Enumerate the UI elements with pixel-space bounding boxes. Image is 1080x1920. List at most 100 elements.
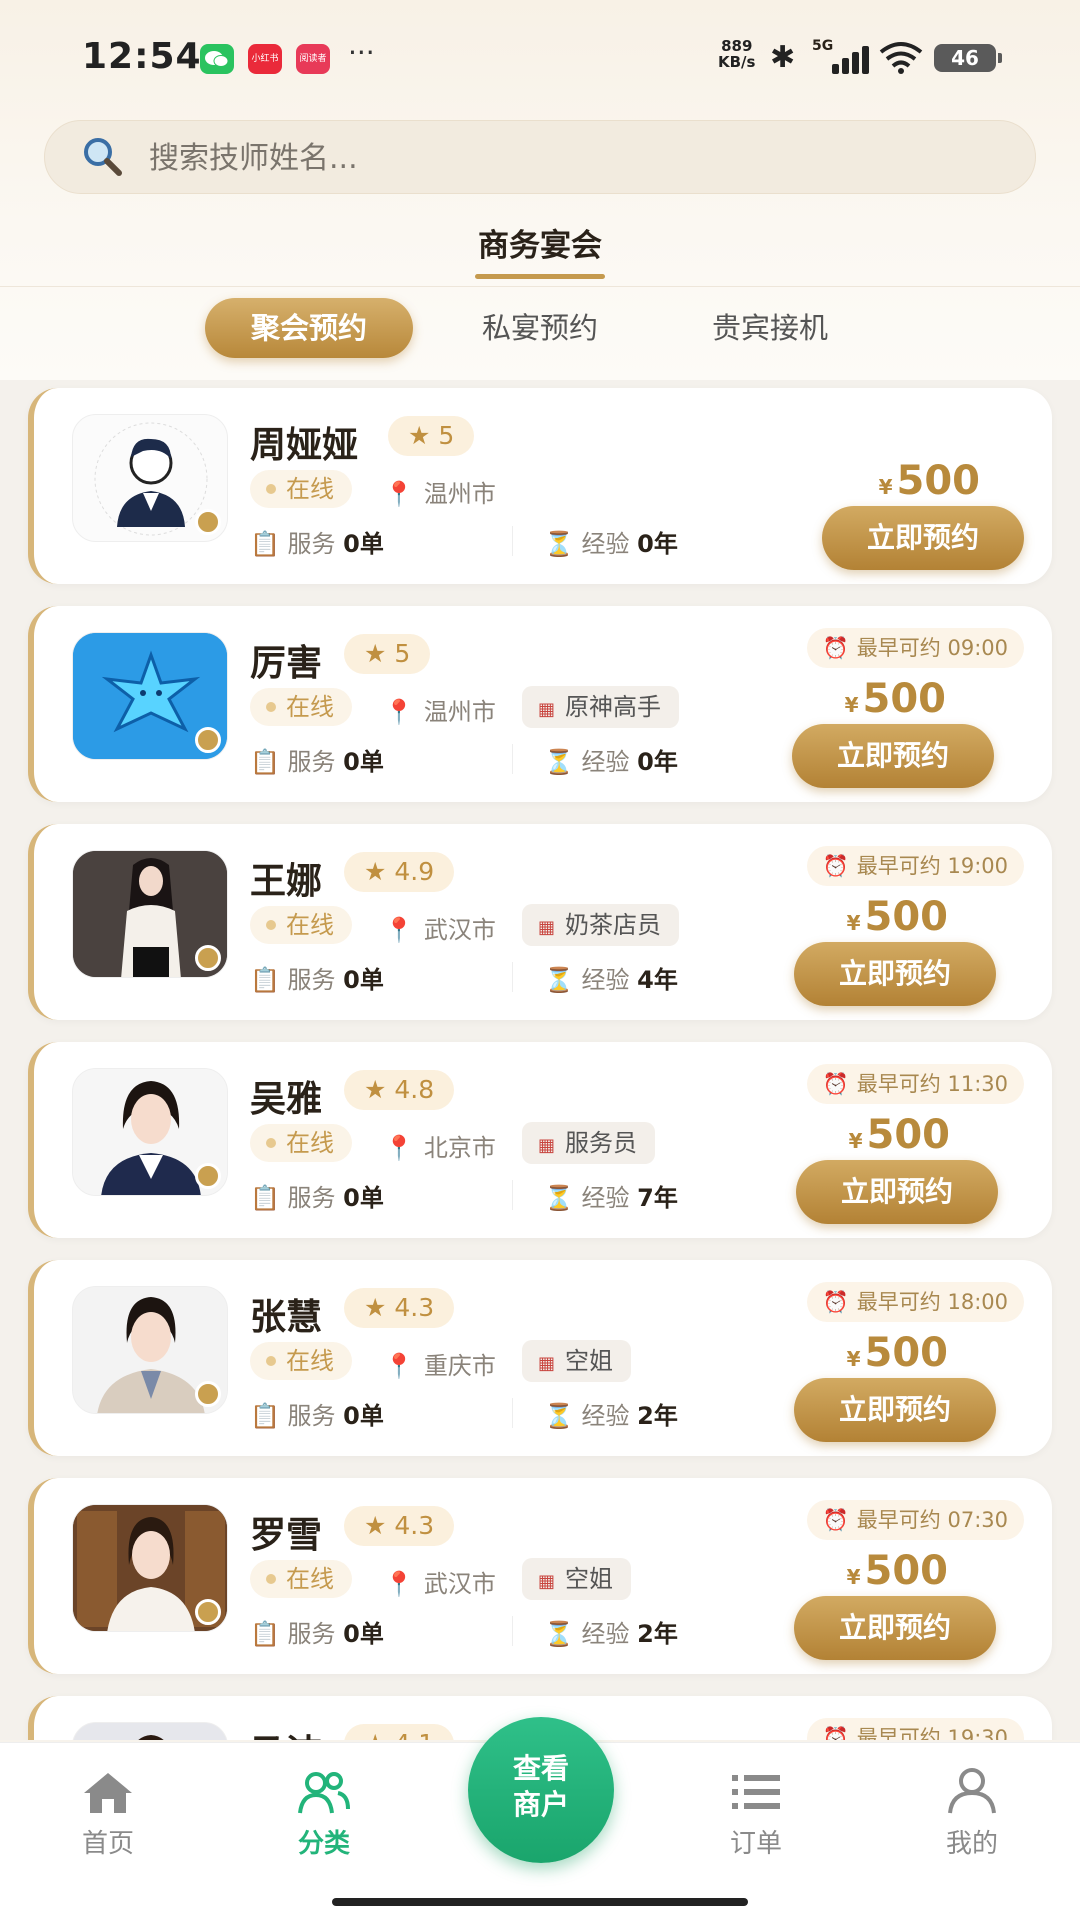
earliest-available: ⏰ 最早可约 07:30 [806, 1500, 1024, 1540]
profession-tag: ▦ 原神高手 [522, 686, 680, 728]
technician-name: 张慧 [250, 1297, 323, 1338]
city-label: 📍 温州市 [384, 480, 496, 508]
price: ¥500 [846, 894, 948, 940]
rating-badge: ★ 4.9 [344, 852, 455, 892]
avatar [72, 850, 228, 978]
subtab-vip-pickup[interactable]: 贵宾接机 [666, 298, 874, 358]
book-now-button[interactable]: 立即预约 [794, 1596, 996, 1660]
service-count: 📋 服务 0单 [250, 1620, 384, 1648]
technician-card[interactable]: 吴雅 ★ 4.8 在线 📍 北京市 ▦ 服务员 📋 服务 0单 ⏳ 经验 7年 ⏰ 最… [28, 1042, 1052, 1238]
sub-tab-bar: 聚会预约 私宴预约 贵宾接机 [0, 296, 1080, 374]
alarm-clock-icon: ⏰ [822, 854, 849, 878]
online-badge: 在线 [250, 470, 352, 508]
search-input[interactable] [149, 121, 989, 195]
technician-card[interactable]: 王娜 ★ 4.9 在线 📍 武汉市 ▦ 奶茶店员 📋 服务 0单 ⏳ 经验 4年 ⏰… [28, 824, 1052, 1020]
city-label: 📍 武汉市 [384, 916, 496, 944]
status-time: 12:54 [82, 36, 202, 77]
hourglass-icon: ⏳ [544, 1620, 574, 1648]
bottom-navigation: 首页 分类 查看 商户 订单 我的 [0, 1717, 1080, 1920]
rating-badge: ★ 5 [344, 634, 431, 674]
technician-card[interactable]: 厉害 ★ 5 在线 📍 温州市 ▦ 原神高手 📋 服务 0单 ⏳ 经验 0年 ⏰ 最早… [28, 606, 1052, 802]
city-label: 📍 温州市 [384, 698, 496, 726]
app-icon: 阅读者 [296, 44, 330, 74]
technician-card[interactable]: 周娅娅 ★ 5 在线 📍 温州市 📋 服务 0单 ⏳ 经验 0年 ¥500 立即预… [28, 388, 1052, 584]
hourglass-icon: ⏳ [544, 748, 574, 776]
hourglass-icon: ⏳ [544, 1402, 574, 1430]
technician-card[interactable]: 张慧 ★ 4.3 在线 📍 重庆市 ▦ 空姐 📋 服务 0单 ⏳ 经验 2年 ⏰ 最早… [28, 1260, 1052, 1456]
price: ¥500 [844, 676, 946, 722]
location-pin-icon: 📍 [384, 480, 414, 508]
view-merchants-button[interactable]: 查看 商户 [468, 1717, 614, 1863]
hourglass-icon: ⏳ [544, 966, 574, 994]
rating-badge: ★ 4.3 [344, 1506, 455, 1546]
book-now-button[interactable]: 立即预约 [822, 506, 1024, 570]
book-now-button[interactable]: 立即预约 [796, 1160, 998, 1224]
city-label: 📍 重庆市 [384, 1352, 496, 1380]
building-icon: ▦ [538, 1135, 556, 1156]
technician-name: 王娜 [250, 861, 323, 902]
book-now-button[interactable]: 立即预约 [792, 724, 994, 788]
experience-years: ⏳ 经验 0年 [544, 748, 678, 776]
city-label: 📍 武汉市 [384, 1570, 496, 1598]
search-icon [81, 135, 123, 186]
nav-category[interactable]: 分类 [264, 1763, 384, 1860]
alarm-clock-icon: ⏰ [822, 636, 849, 660]
active-tab-indicator [475, 274, 605, 279]
alarm-clock-icon: ⏰ [822, 1508, 849, 1532]
avatar [72, 632, 228, 760]
online-badge: 在线 [250, 906, 352, 944]
status-dot [195, 1381, 221, 1407]
technician-name: 马洁 [250, 1724, 322, 1740]
avatar [72, 1068, 228, 1196]
nav-mine[interactable]: 我的 [912, 1763, 1032, 1860]
profession-tag: ▦ 奶茶店员 [522, 904, 680, 946]
experience-years: ⏳ 经验 0年 [544, 530, 678, 558]
technician-name: 吴雅 [250, 1079, 323, 1120]
city-label: 📍 北京市 [384, 1134, 496, 1162]
building-icon: ▦ [538, 1571, 556, 1592]
status-dot [195, 509, 221, 535]
home-indicator[interactable] [332, 1898, 748, 1906]
alarm-clock-icon: ⏰ [822, 1290, 849, 1314]
technician-list[interactable]: 周娅娅 ★ 5 在线 📍 温州市 📋 服务 0单 ⏳ 经验 0年 ¥500 立即预… [0, 380, 1080, 1740]
hourglass-icon: ⏳ [544, 1184, 574, 1212]
wechat-icon [200, 44, 234, 74]
home-icon [48, 1763, 168, 1819]
building-icon: ▦ [538, 917, 556, 938]
profession-tag: ▦ 空姐 [522, 1558, 632, 1600]
wifi-icon [878, 40, 924, 82]
technician-name: 厉害 [250, 643, 323, 684]
header-divider [0, 286, 1080, 287]
avatar [72, 1504, 228, 1632]
service-count: 📋 服务 0单 [250, 530, 384, 558]
experience-years: ⏳ 经验 7年 [544, 1184, 678, 1212]
clipboard-icon: 📋 [250, 1620, 280, 1648]
alarm-clock-icon: ⏰ [822, 1726, 849, 1740]
network-speed: 889 KB/s [718, 37, 756, 71]
battery-icon: 46 [934, 44, 1002, 72]
location-pin-icon: 📍 [384, 1134, 414, 1162]
status-dot [195, 1163, 221, 1189]
building-icon: ▦ [538, 699, 556, 720]
book-now-button[interactable]: 立即预约 [794, 942, 996, 1006]
technician-card[interactable]: 罗雪 ★ 4.3 在线 📍 武汉市 ▦ 空姐 📋 服务 0单 ⏳ 经验 2年 ⏰ 最早… [28, 1478, 1052, 1674]
location-pin-icon: 📍 [384, 1352, 414, 1380]
rating-badge: ★ 4.1 [344, 1724, 455, 1740]
online-badge: 在线 [250, 1342, 352, 1380]
subtab-party-booking[interactable]: 聚会预约 [205, 298, 413, 358]
search-bar[interactable] [44, 120, 1036, 195]
profession-tag: ▦ 服务员 [522, 1122, 656, 1164]
users-icon [264, 1763, 384, 1819]
hourglass-icon: ⏳ [544, 530, 574, 558]
tab-business-banquet[interactable]: 商务宴会 [0, 220, 1080, 265]
nav-home[interactable]: 首页 [48, 1763, 168, 1860]
building-icon: ▦ [538, 1353, 556, 1374]
clipboard-icon: 📋 [250, 748, 280, 776]
price: ¥500 [878, 458, 980, 504]
book-now-button[interactable]: 立即预约 [794, 1378, 996, 1442]
list-icon [696, 1763, 816, 1819]
nav-orders[interactable]: 订单 [696, 1763, 816, 1860]
subtab-private-banquet[interactable]: 私宴预约 [436, 298, 644, 358]
rating-badge: ★ 4.3 [344, 1288, 455, 1328]
xiaohongshu-icon: 小红书 [248, 44, 282, 74]
